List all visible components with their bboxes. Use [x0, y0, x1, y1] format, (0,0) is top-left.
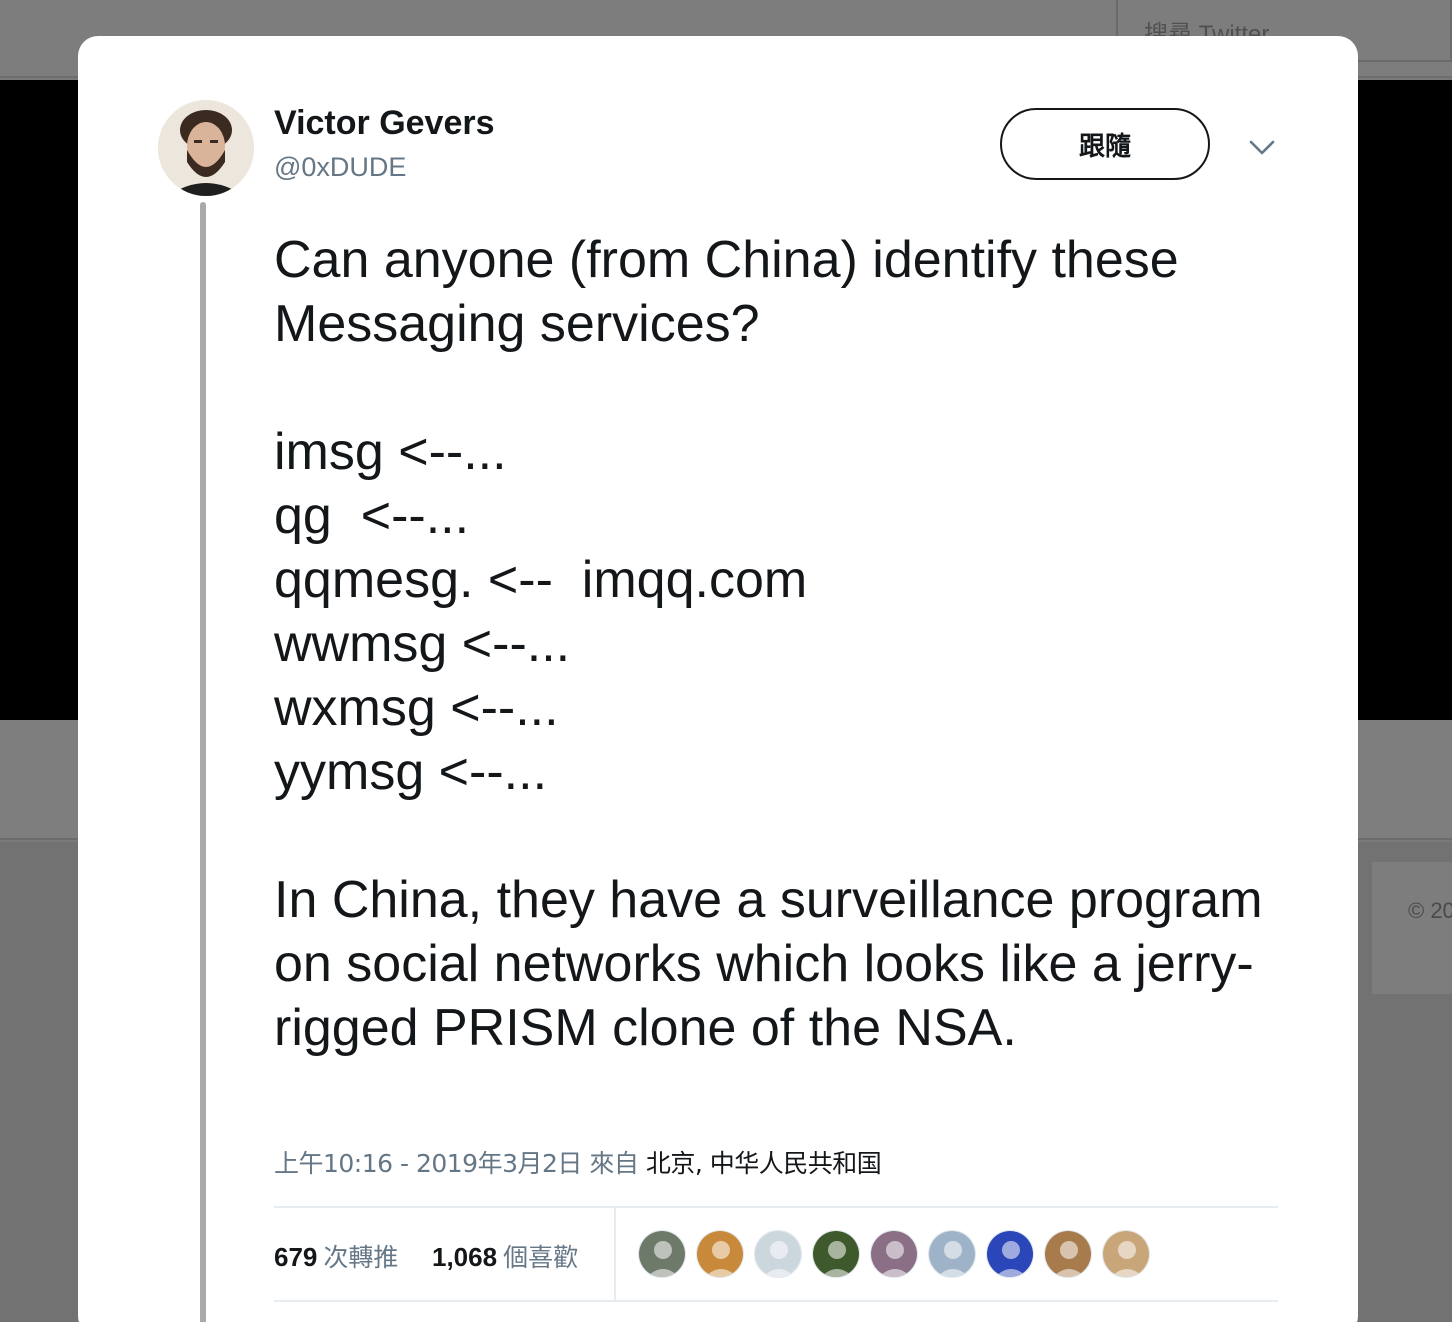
- like-count-number: 1,068: [432, 1242, 498, 1272]
- likers-avatar-list: [638, 1230, 1150, 1278]
- liker-avatar-person-green[interactable]: [812, 1230, 860, 1278]
- from-label: 來自: [589, 1149, 639, 1178]
- liker-avatar-cat[interactable]: [1044, 1230, 1092, 1278]
- stats-divider-bottom: [274, 1300, 1278, 1302]
- retweet-count-number: 679: [274, 1242, 318, 1272]
- tweet-stats: 679 次轉推 1,068 個喜歡: [274, 1208, 1278, 1300]
- tweet-location[interactable]: 北京, 中华人民共和国: [646, 1149, 882, 1178]
- follow-button[interactable]: 跟隨: [1000, 108, 1210, 180]
- more-options-chevron-down-icon[interactable]: [1246, 132, 1278, 164]
- liker-avatar-lion[interactable]: [696, 1230, 744, 1278]
- thread-line: [200, 202, 206, 1322]
- liker-avatar-person-purple[interactable]: [870, 1230, 918, 1278]
- liker-avatar-tools[interactable]: [1102, 1230, 1150, 1278]
- tweet-metadata: 上午10:16 - 2019年3月2日 來自 北京, 中华人民共和国: [274, 1144, 882, 1180]
- retweet-count-label: 次轉推: [323, 1243, 399, 1272]
- like-count-label: 個喜歡: [503, 1243, 579, 1272]
- stats-separator: [614, 1208, 616, 1300]
- liker-avatar-tower[interactable]: [638, 1230, 686, 1278]
- retweet-count[interactable]: 679 次轉推: [274, 1238, 398, 1274]
- like-count[interactable]: 1,068 個喜歡: [432, 1238, 578, 1274]
- tweet-modal: Victor Gevers @0xDUDE 跟隨 Can anyone (fro…: [78, 36, 1358, 1322]
- tweet-text: Can anyone (from China) identify these M…: [274, 231, 1263, 1057]
- tweet-timestamp[interactable]: 上午10:16 - 2019年3月2日: [274, 1149, 582, 1178]
- liker-avatar-brain-blue[interactable]: [986, 1230, 1034, 1278]
- liker-avatar-person-suit[interactable]: [928, 1230, 976, 1278]
- author-avatar[interactable]: [158, 100, 254, 196]
- background-copyright: © 20: [1372, 862, 1452, 994]
- author-name[interactable]: Victor Gevers: [274, 104, 495, 143]
- author-handle[interactable]: @0xDUDE: [274, 152, 406, 183]
- liker-avatar-default[interactable]: [754, 1230, 802, 1278]
